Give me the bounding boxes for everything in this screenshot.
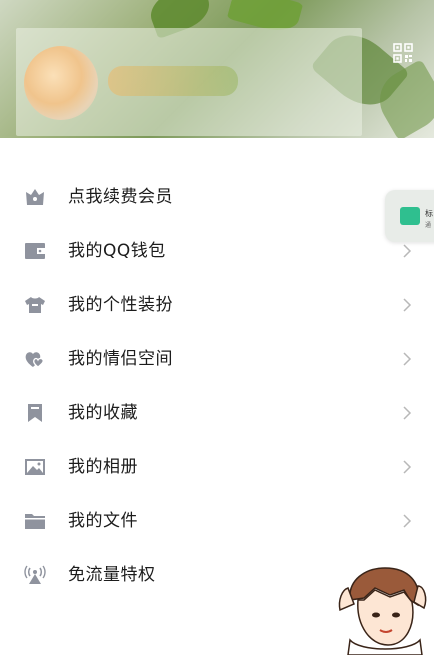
menu-item-photo-album[interactable]: 我的相册 — [0, 440, 434, 494]
menu-item-label: 我的文件 — [68, 511, 138, 531]
qr-code-icon[interactable] — [393, 43, 413, 63]
chevron-right-icon — [403, 460, 412, 474]
menu-item-label: 我的情侣空间 — [68, 349, 173, 369]
photo-album-icon — [25, 459, 45, 475]
menu-item-label: 我的相册 — [68, 457, 138, 477]
vip-crown-icon — [26, 189, 44, 205]
menu-item-qq-wallet[interactable]: 我的QQ钱包 — [0, 224, 434, 278]
floating-widget-subtitle: 通 — [425, 222, 432, 229]
chevron-right-icon — [403, 352, 412, 366]
menu-item-vip-renew[interactable]: 点我续费会员 — [0, 170, 434, 224]
menu-item-my-files[interactable]: 我的文件 — [0, 494, 434, 548]
chevron-right-icon — [403, 514, 412, 528]
menu-item-label: 点我续费会员 — [68, 187, 173, 207]
menu-item-label: 我的个性装扮 — [68, 295, 173, 315]
menu-item-favorites[interactable]: 我的收藏 — [0, 386, 434, 440]
chevron-right-icon — [403, 298, 412, 312]
chevron-right-icon — [403, 244, 412, 258]
bookmark-icon — [28, 404, 42, 422]
avatar[interactable] — [24, 46, 98, 120]
cartoon-character-image[interactable] — [330, 560, 434, 655]
profile-header[interactable] — [0, 0, 434, 138]
menu-item-label: 我的QQ钱包 — [68, 241, 166, 261]
wallet-icon — [25, 243, 45, 259]
drawer-menu: 点我续费会员 我的QQ钱包 我的个性装扮 我的情侣空间 我的收藏 我的相册 我的… — [0, 170, 434, 602]
floating-widget-title: 标 — [425, 209, 433, 218]
menu-item-personal-dressup[interactable]: 我的个性装扮 — [0, 278, 434, 332]
tshirt-icon — [25, 297, 45, 313]
folder-icon — [25, 514, 45, 529]
profile-name-blurred — [108, 66, 238, 96]
chevron-right-icon — [403, 406, 412, 420]
menu-item-label: 免流量特权 — [68, 565, 156, 585]
menu-item-label: 我的收藏 — [68, 403, 138, 423]
couple-hearts-icon — [25, 352, 44, 368]
signal-tower-icon — [24, 565, 46, 584]
sheet-icon[interactable] — [400, 207, 420, 225]
menu-item-couple-space[interactable]: 我的情侣空间 — [0, 332, 434, 386]
